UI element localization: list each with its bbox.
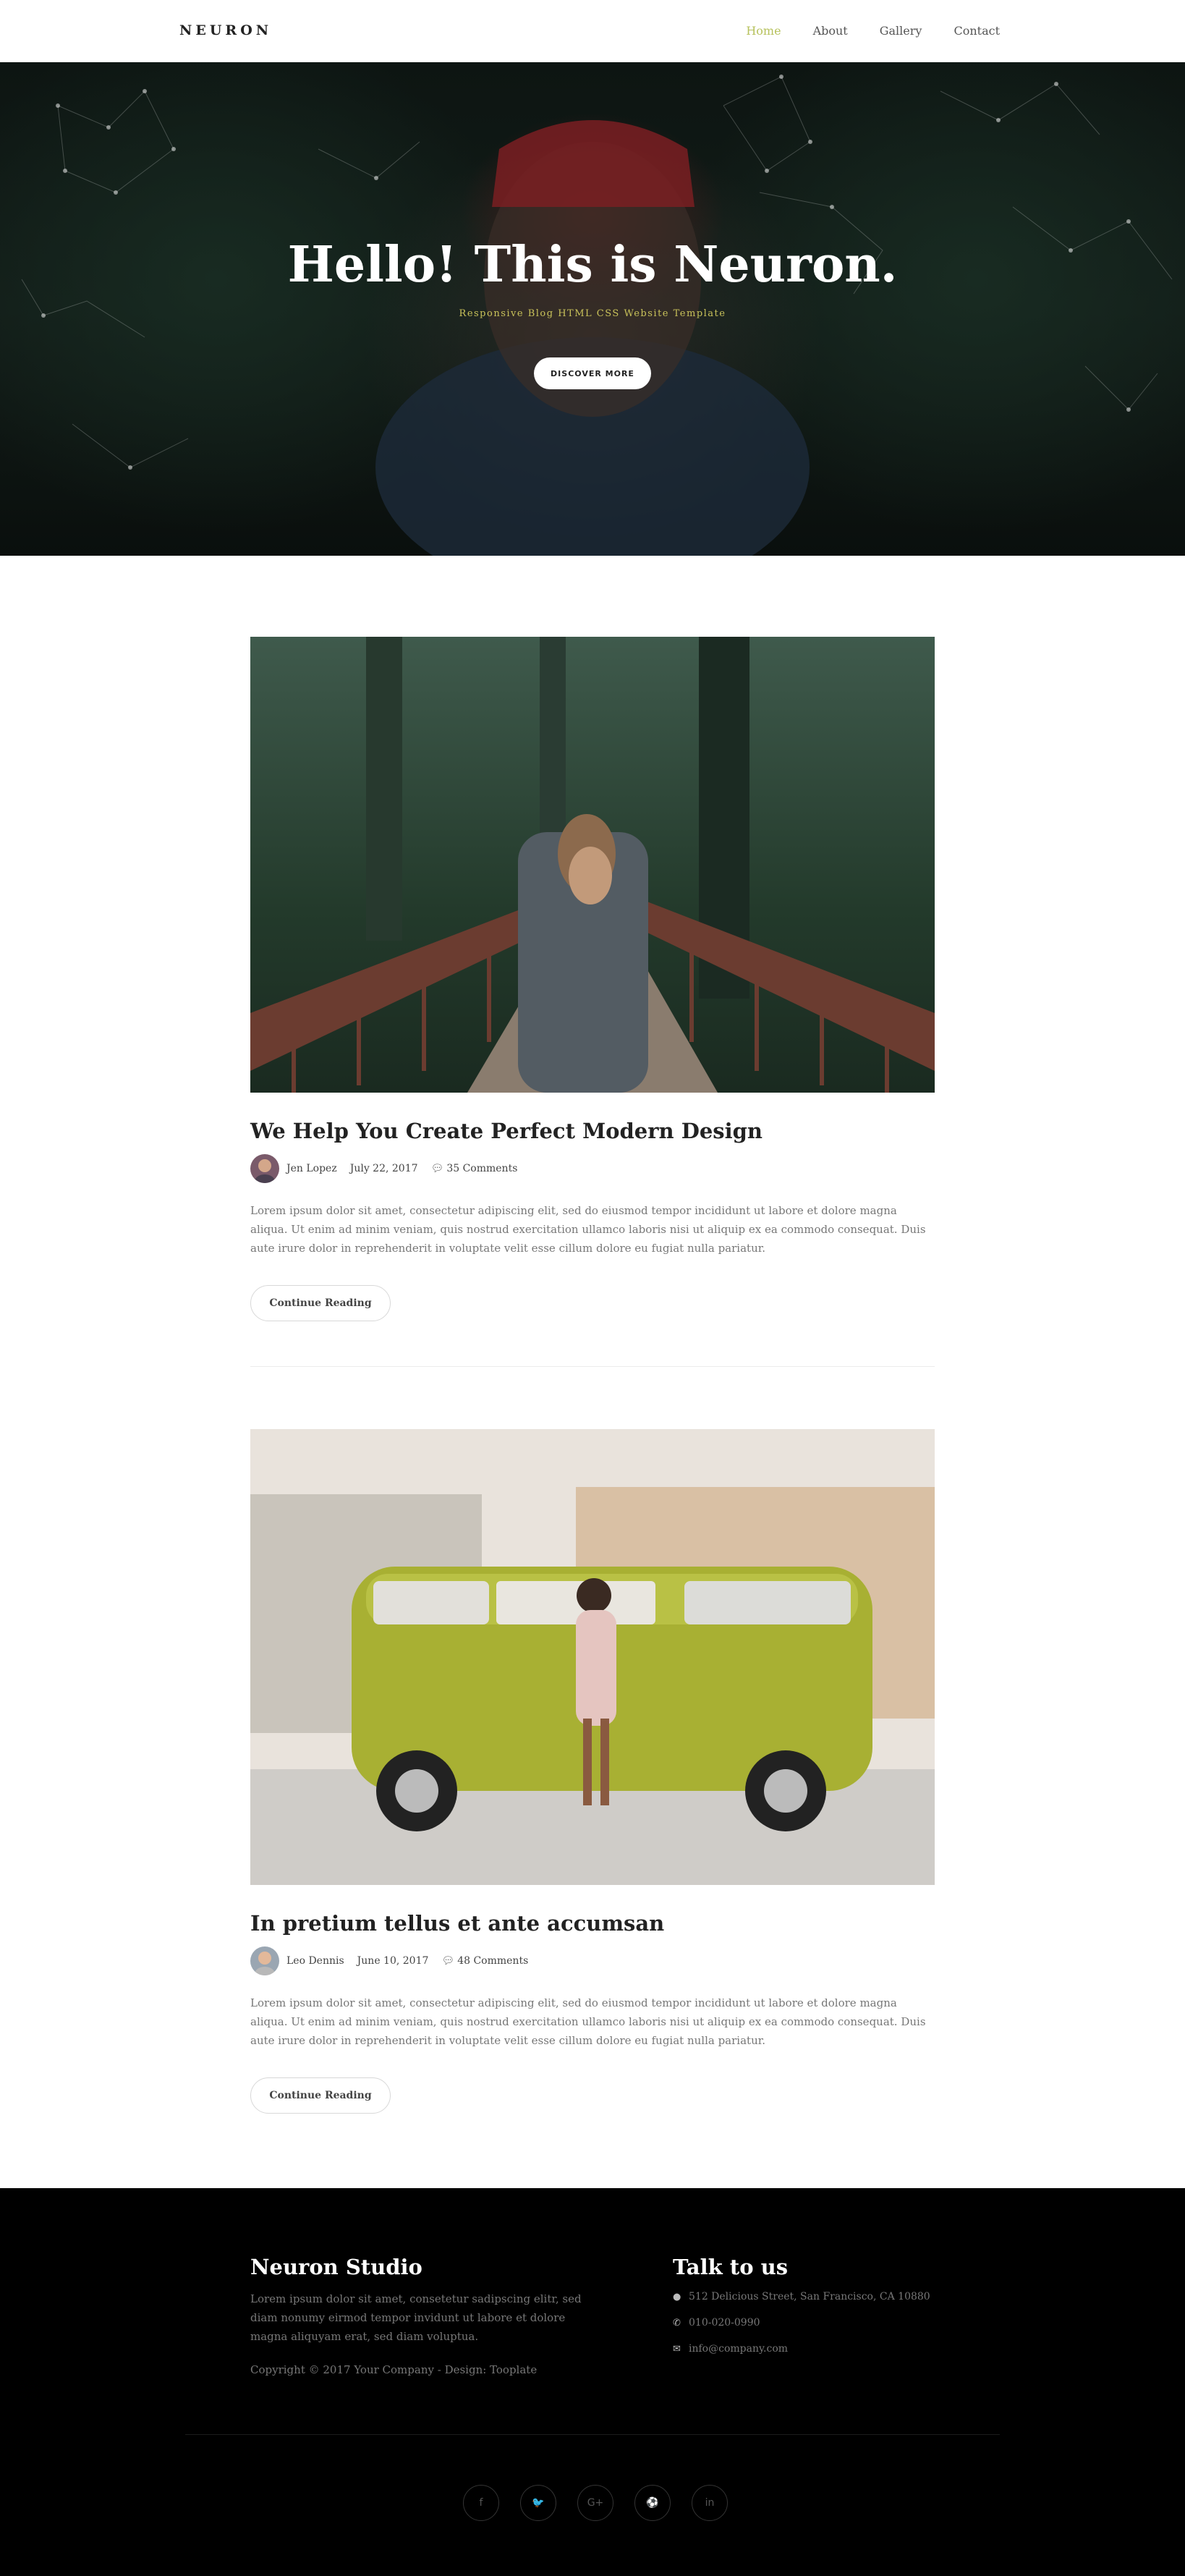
blog-post: We Help You Create Perfect Modern Design… [250,637,935,1321]
blog-post: In pretium tellus et ante accumsan Leo D… [250,1429,935,2114]
post-comments[interactable]: 48 Comments [457,1955,528,1967]
post-comments[interactable]: 35 Comments [446,1163,517,1174]
continue-reading-button[interactable]: Continue Reading [250,2077,391,2114]
phone-text[interactable]: 010-020-0990 [689,2317,760,2329]
continue-reading-button[interactable]: Continue Reading [250,1285,391,1321]
main-nav: Home About Gallery Contact [746,24,1000,38]
post-excerpt: Lorem ipsum dolor sit amet, consectetur … [250,1204,926,1255]
post-excerpt: Lorem ipsum dolor sit amet, consectetur … [250,1996,926,2047]
dribbble-icon[interactable]: ⚽ [634,2485,671,2521]
nav-link-contact[interactable]: Contact [953,24,1000,38]
linkedin-icon[interactable]: in [692,2485,728,2521]
post-date: June 10, 2017 [357,1955,429,1967]
twitter-icon[interactable]: 🐦 [520,2485,556,2521]
phone-icon: ✆ [673,2317,681,2329]
discover-more-button[interactable]: DISCOVER MORE [534,357,651,389]
nav-link-gallery[interactable]: Gallery [880,24,922,38]
brand-logo[interactable]: NEURON [179,22,272,38]
google-plus-icon[interactable]: G+ [577,2485,613,2521]
avatar [250,1154,279,1183]
social-links: f 🐦 G+ ⚽ in [463,2485,728,2521]
footer-email: ✉ info@company.com [673,2343,788,2355]
post-author[interactable]: Jen Lopez [286,1163,337,1174]
hero-banner: Hello! This is Neuron. Responsive Blog H… [0,62,1185,556]
post-title[interactable]: In pretium tellus et ante accumsan [250,1911,664,1936]
footer-studio-text: Lorem ipsum dolor sit amet, consetetur s… [250,2292,582,2343]
post-divider [250,1366,935,1367]
post-meta: Leo Dennis June 10, 2017 💬︎ 48 Comments [250,1946,541,1975]
envelope-icon: ✉ [673,2343,681,2355]
hero-title: Hello! This is Neuron. [287,236,898,294]
facebook-icon[interactable]: f [463,2485,499,2521]
address-text: 512 Delicious Street, San Francisco, CA … [689,2291,930,2302]
post-date: July 22, 2017 [349,1163,418,1174]
globe-icon: ● [673,2291,681,2302]
footer-address: ● 512 Delicious Street, San Francisco, C… [673,2291,930,2302]
footer-divider [185,2434,1000,2435]
footer-phone: ✆ 010-020-0990 [673,2317,760,2329]
post-meta: Jen Lopez July 22, 2017 💬︎ 35 Comments [250,1154,530,1183]
hero-subtitle: Responsive Blog HTML CSS Website Templat… [459,308,726,319]
footer-copyright: Copyright © 2017 Your Company - Design: … [250,2363,538,2376]
comment-icon: 💬︎ [430,1163,444,1174]
nav-link-home[interactable]: Home [746,24,781,38]
post-author[interactable]: Leo Dennis [286,1955,344,1967]
nav-link-about[interactable]: About [813,24,848,38]
footer-studio-title: Neuron Studio [250,2255,422,2279]
comment-icon: 💬︎ [441,1955,455,1967]
post-image[interactable] [250,1429,935,1885]
top-navbar: NEURON Home About Gallery Contact [0,0,1185,62]
footer-contact-title: Talk to us [673,2255,789,2279]
post-title[interactable]: We Help You Create Perfect Modern Design [250,1119,763,1143]
email-link[interactable]: info@company.com [689,2343,788,2355]
avatar [250,1946,279,1975]
post-image[interactable] [250,637,935,1093]
